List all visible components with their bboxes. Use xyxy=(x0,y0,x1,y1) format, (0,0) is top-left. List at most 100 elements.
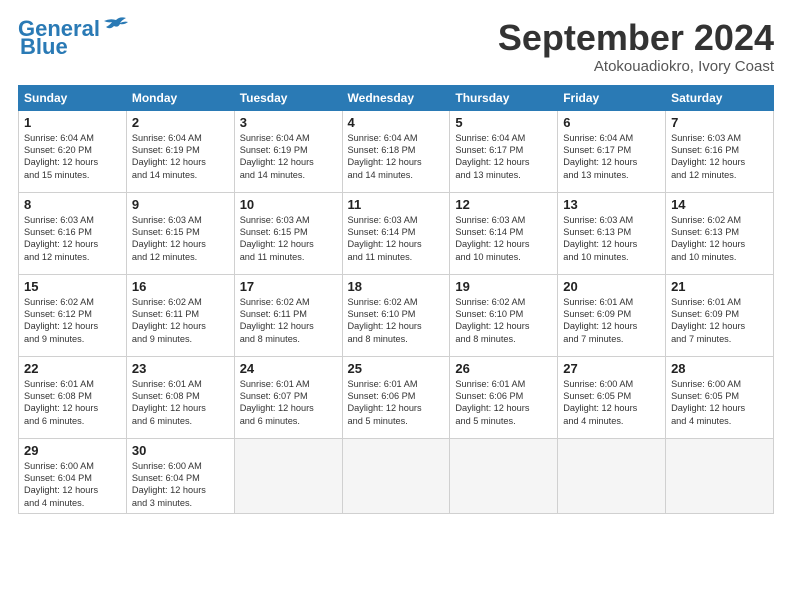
day-number: 3 xyxy=(240,115,337,130)
table-row: 3 Sunrise: 6:04 AMSunset: 6:19 PMDaylight… xyxy=(234,110,342,192)
day-number: 15 xyxy=(24,279,121,294)
day-number: 10 xyxy=(240,197,337,212)
day-number: 20 xyxy=(563,279,660,294)
logo: General Blue xyxy=(18,18,130,60)
day-number: 13 xyxy=(563,197,660,212)
day-number: 26 xyxy=(455,361,552,376)
day-info: Sunrise: 6:00 AMSunset: 6:05 PMDaylight:… xyxy=(671,378,768,428)
table-row: 17 Sunrise: 6:02 AMSunset: 6:11 PMDayligh… xyxy=(234,274,342,356)
table-row: 21 Sunrise: 6:01 AMSunset: 6:09 PMDayligh… xyxy=(666,274,774,356)
day-info: Sunrise: 6:04 AMSunset: 6:20 PMDaylight:… xyxy=(24,132,121,182)
table-row: 28 Sunrise: 6:00 AMSunset: 6:05 PMDayligh… xyxy=(666,356,774,438)
table-row: 15Sunrise: 6:02 AMSunset: 6:12 PMDayligh… xyxy=(19,274,127,356)
day-info: Sunrise: 6:03 AMSunset: 6:14 PMDaylight:… xyxy=(348,214,445,264)
day-number: 9 xyxy=(132,197,229,212)
table-row: 8 Sunrise: 6:03 AMSunset: 6:16 PMDaylight… xyxy=(19,192,127,274)
day-number: 2 xyxy=(132,115,229,130)
table-row: 6Sunrise: 6:04 AMSunset: 6:17 PMDaylight… xyxy=(558,110,666,192)
table-row: 18Sunrise: 6:02 AMSunset: 6:10 PMDayligh… xyxy=(342,274,450,356)
table-row: 25 Sunrise: 6:01 AMSunset: 6:06 PMDayligh… xyxy=(342,356,450,438)
day-number: 24 xyxy=(240,361,337,376)
day-info: Sunrise: 6:02 AMSunset: 6:11 PMDaylight:… xyxy=(132,296,229,346)
day-info: Sunrise: 6:01 AMSunset: 6:09 PMDaylight:… xyxy=(563,296,660,346)
table-row: 26 Sunrise: 6:01 AMSunset: 6:06 PMDayligh… xyxy=(450,356,558,438)
day-info: Sunrise: 6:02 AMSunset: 6:10 PMDaylight:… xyxy=(455,296,552,346)
day-info: Sunrise: 6:01 AMSunset: 6:06 PMDaylight:… xyxy=(348,378,445,428)
day-number: 12 xyxy=(455,197,552,212)
calendar-week-1: 1 Sunrise: 6:04 AMSunset: 6:20 PMDaylight… xyxy=(19,110,774,192)
day-info: Sunrise: 6:01 AMSunset: 6:07 PMDaylight:… xyxy=(240,378,337,428)
col-wednesday: Wednesday xyxy=(342,85,450,110)
col-tuesday: Tuesday xyxy=(234,85,342,110)
table-row: 30Sunrise: 6:00 AMSunset: 6:04 PMDayligh… xyxy=(126,438,234,514)
day-number: 16 xyxy=(132,279,229,294)
table-row: 12 Sunrise: 6:03 AMSunset: 6:14 PMDayligh… xyxy=(450,192,558,274)
col-friday: Friday xyxy=(558,85,666,110)
month-title: September 2024 xyxy=(498,18,774,58)
table-row: 27 Sunrise: 6:00 AMSunset: 6:05 PMDayligh… xyxy=(558,356,666,438)
calendar-week-5: 29Sunrise: 6:00 AMSunset: 6:04 PMDayligh… xyxy=(19,438,774,514)
day-info: Sunrise: 6:01 AMSunset: 6:09 PMDaylight:… xyxy=(671,296,768,346)
day-number: 6 xyxy=(563,115,660,130)
location-subtitle: Atokouadiokro, Ivory Coast xyxy=(498,58,774,75)
day-number: 23 xyxy=(132,361,229,376)
day-number: 27 xyxy=(563,361,660,376)
day-number: 21 xyxy=(671,279,768,294)
day-info: Sunrise: 6:02 AMSunset: 6:13 PMDaylight:… xyxy=(671,214,768,264)
day-number: 22 xyxy=(24,361,121,376)
day-number: 1 xyxy=(24,115,121,130)
table-row: 5 Sunrise: 6:04 AMSunset: 6:17 PMDaylight… xyxy=(450,110,558,192)
col-thursday: Thursday xyxy=(450,85,558,110)
table-row: 13 Sunrise: 6:03 AMSunset: 6:13 PMDayligh… xyxy=(558,192,666,274)
table-row: 19 Sunrise: 6:02 AMSunset: 6:10 PMDayligh… xyxy=(450,274,558,356)
table-row: 14Sunrise: 6:02 AMSunset: 6:13 PMDayligh… xyxy=(666,192,774,274)
col-sunday: Sunday xyxy=(19,85,127,110)
logo-bird-icon xyxy=(102,16,130,38)
day-number: 17 xyxy=(240,279,337,294)
table-row: 24 Sunrise: 6:01 AMSunset: 6:07 PMDayligh… xyxy=(234,356,342,438)
day-info: Sunrise: 6:03 AMSunset: 6:16 PMDaylight:… xyxy=(24,214,121,264)
day-number: 30 xyxy=(132,443,229,458)
day-info: Sunrise: 6:03 AMSunset: 6:14 PMDaylight:… xyxy=(455,214,552,264)
day-info: Sunrise: 6:03 AMSunset: 6:16 PMDaylight:… xyxy=(671,132,768,182)
table-row xyxy=(450,438,558,514)
day-info: Sunrise: 6:04 AMSunset: 6:17 PMDaylight:… xyxy=(455,132,552,182)
day-info: Sunrise: 6:03 AMSunset: 6:13 PMDaylight:… xyxy=(563,214,660,264)
day-info: Sunrise: 6:00 AMSunset: 6:05 PMDaylight:… xyxy=(563,378,660,428)
day-info: Sunrise: 6:01 AMSunset: 6:06 PMDaylight:… xyxy=(455,378,552,428)
table-row: 22 Sunrise: 6:01 AMSunset: 6:08 PMDayligh… xyxy=(19,356,127,438)
calendar-week-2: 8 Sunrise: 6:03 AMSunset: 6:16 PMDaylight… xyxy=(19,192,774,274)
day-number: 18 xyxy=(348,279,445,294)
title-block: September 2024 Atokouadiokro, Ivory Coas… xyxy=(498,18,774,75)
day-number: 25 xyxy=(348,361,445,376)
table-row: 7 Sunrise: 6:03 AMSunset: 6:16 PMDaylight… xyxy=(666,110,774,192)
day-number: 28 xyxy=(671,361,768,376)
table-row: 16 Sunrise: 6:02 AMSunset: 6:11 PMDayligh… xyxy=(126,274,234,356)
day-info: Sunrise: 6:00 AMSunset: 6:04 PMDaylight:… xyxy=(24,460,121,510)
table-row xyxy=(234,438,342,514)
table-row: 11Sunrise: 6:03 AMSunset: 6:14 PMDayligh… xyxy=(342,192,450,274)
table-row: 2 Sunrise: 6:04 AMSunset: 6:19 PMDaylight… xyxy=(126,110,234,192)
day-info: Sunrise: 6:01 AMSunset: 6:08 PMDaylight:… xyxy=(24,378,121,428)
calendar-table: Sunday Monday Tuesday Wednesday Thursday… xyxy=(18,85,774,515)
day-number: 8 xyxy=(24,197,121,212)
table-row: 23Sunrise: 6:01 AMSunset: 6:08 PMDayligh… xyxy=(126,356,234,438)
col-saturday: Saturday xyxy=(666,85,774,110)
day-info: Sunrise: 6:02 AMSunset: 6:11 PMDaylight:… xyxy=(240,296,337,346)
day-number: 4 xyxy=(348,115,445,130)
day-number: 5 xyxy=(455,115,552,130)
day-info: Sunrise: 6:04 AMSunset: 6:19 PMDaylight:… xyxy=(240,132,337,182)
table-row: 4Sunrise: 6:04 AMSunset: 6:18 PMDaylight… xyxy=(342,110,450,192)
header: General Blue September 2024 Atokouadiokr… xyxy=(18,18,774,75)
day-info: Sunrise: 6:03 AMSunset: 6:15 PMDaylight:… xyxy=(240,214,337,264)
table-row: 20 Sunrise: 6:01 AMSunset: 6:09 PMDayligh… xyxy=(558,274,666,356)
table-row: 10 Sunrise: 6:03 AMSunset: 6:15 PMDayligh… xyxy=(234,192,342,274)
day-info: Sunrise: 6:03 AMSunset: 6:15 PMDaylight:… xyxy=(132,214,229,264)
table-row xyxy=(666,438,774,514)
logo-blue: Blue xyxy=(20,34,68,60)
day-number: 19 xyxy=(455,279,552,294)
day-info: Sunrise: 6:04 AMSunset: 6:19 PMDaylight:… xyxy=(132,132,229,182)
day-number: 7 xyxy=(671,115,768,130)
table-row xyxy=(558,438,666,514)
page: General Blue September 2024 Atokouadiokr… xyxy=(0,0,792,612)
